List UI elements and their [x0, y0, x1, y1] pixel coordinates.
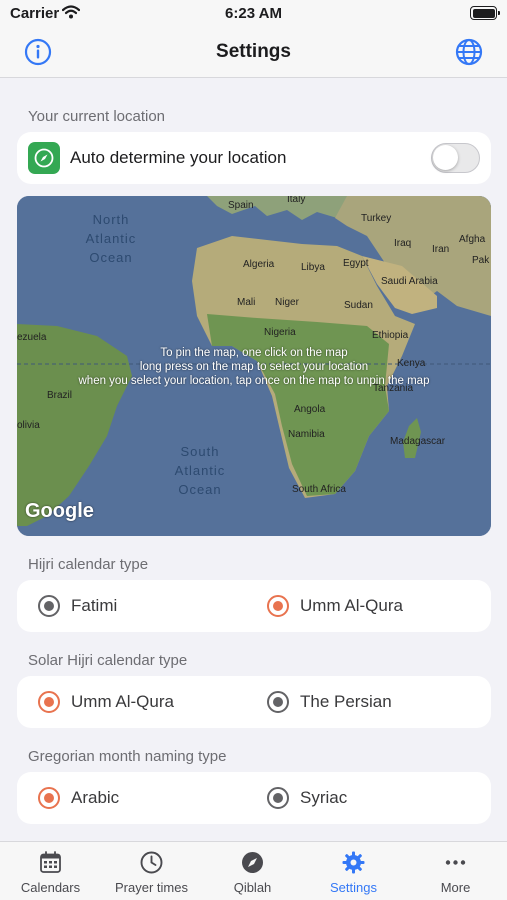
map-label-ethiopia: Ethiopia	[372, 330, 409, 341]
radio-label: Umm Al-Qura	[71, 692, 174, 711]
map-label-tanzania: Tanzania	[373, 383, 414, 394]
toggle-knob	[433, 145, 458, 170]
status-bar: Carrier 6:23 AM	[0, 0, 507, 28]
map-label-south-africa: South Africa	[292, 484, 346, 495]
map-label-iran: Iran	[432, 244, 450, 255]
tab-bar: Calendars Prayer times Qiblah Settings M…	[0, 841, 507, 900]
tab-label: Calendars	[20, 880, 81, 895]
radio-button[interactable]	[267, 787, 289, 809]
auto-location-row: Auto determine your location	[17, 132, 491, 184]
map-label-saudi: Saudi Arabia	[381, 276, 438, 287]
tab-label: Qiblah	[233, 880, 272, 895]
radio-button-selected[interactable]	[38, 691, 60, 713]
map-label-algeria: Algeria	[243, 259, 275, 270]
compass-location-icon	[28, 142, 60, 174]
map-hint-line-3: when you select your location, tap once …	[78, 375, 430, 387]
map-label-pakistan: Pak	[472, 255, 490, 266]
location-section-label: Your current location	[28, 108, 166, 125]
google-logo: Google	[25, 500, 94, 522]
map-label-south-atlantic: South Atlantic Ocean	[174, 444, 226, 497]
hijri-section-label: Hijri calendar type	[28, 556, 149, 573]
clock-icon	[140, 851, 163, 874]
map-label-iraq: Iraq	[394, 238, 412, 249]
location-map[interactable]: To pin the map, one click on the map lon…	[17, 196, 491, 536]
hijri-option-fatimi[interactable]: Fatimi	[38, 580, 117, 632]
globe-icon	[455, 38, 483, 66]
radio-label: Umm Al-Qura	[300, 596, 403, 615]
map-label-nigeria: Nigeria	[264, 327, 296, 338]
solar-hijri-section-label: Solar Hijri calendar type	[28, 652, 188, 669]
map-label-namibia: Namibia	[288, 429, 325, 440]
radio-button[interactable]	[38, 595, 60, 617]
map-label-egypt: Egypt	[343, 258, 369, 269]
tab-prayer-times[interactable]: Prayer times	[101, 842, 202, 900]
gregorian-option-syriac[interactable]: Syriac	[267, 772, 347, 824]
compass-icon	[242, 852, 263, 873]
map-label-niger: Niger	[275, 297, 299, 308]
solar-hijri-option-umm-al-qura[interactable]: Umm Al-Qura	[38, 676, 174, 728]
gregorian-option-arabic[interactable]: Arabic	[38, 772, 119, 824]
radio-button-selected[interactable]	[267, 595, 289, 617]
radio-button-selected[interactable]	[38, 787, 60, 809]
map-label-north-atlantic: North Atlantic Ocean	[85, 212, 137, 265]
map-label-sudan: Sudan	[344, 300, 373, 311]
map-label-libya: Libya	[301, 262, 325, 273]
map-label-turkey: Turkey	[361, 213, 392, 224]
radio-label: Arabic	[71, 788, 120, 807]
language-button[interactable]	[455, 38, 483, 66]
map-label-bolivia: olivia	[17, 420, 40, 431]
tab-label: Prayer times	[115, 880, 188, 895]
radio-label: Syriac	[300, 788, 348, 807]
map-label-madagascar: Madagascar	[390, 436, 446, 447]
tab-label: More	[440, 880, 471, 895]
tab-more[interactable]: More	[405, 842, 506, 900]
map-label-italy: Italy	[287, 196, 306, 205]
map-label-afghanistan: Afgha	[459, 234, 486, 245]
map-label-kenya: Kenya	[397, 358, 426, 369]
map-label-brazil: Brazil	[47, 390, 73, 401]
radio-button[interactable]	[267, 691, 289, 713]
map-label-mali: Mali	[237, 297, 256, 308]
gregorian-options: Arabic Syriac	[17, 772, 491, 824]
auto-location-toggle[interactable]	[431, 143, 480, 173]
hijri-option-umm-al-qura[interactable]: Umm Al-Qura	[267, 580, 403, 632]
gear-icon	[342, 851, 365, 874]
solar-hijri-options: Umm Al-Qura The Persian	[17, 676, 491, 728]
gregorian-section-label: Gregorian month naming type	[28, 748, 227, 765]
tab-qiblah[interactable]: Qiblah	[202, 842, 303, 900]
radio-label: The Persian	[300, 692, 392, 711]
tab-calendars[interactable]: Calendars	[0, 842, 101, 900]
tab-label: Settings	[330, 880, 377, 895]
page-title: Settings	[216, 41, 291, 62]
more-icon	[445, 860, 466, 865]
navigation-bar: Settings	[0, 28, 507, 78]
map-label-venezuela: ezuela	[17, 332, 47, 343]
calendar-icon	[40, 851, 61, 873]
solar-hijri-option-persian[interactable]: The Persian	[267, 676, 392, 728]
map-label-angola: Angola	[294, 404, 326, 415]
radio-label: Fatimi	[71, 596, 118, 615]
auto-location-label: Auto determine your location	[70, 148, 287, 167]
battery-icon	[470, 6, 500, 20]
hijri-options: Fatimi Umm Al-Qura	[17, 580, 491, 632]
tab-settings[interactable]: Settings	[303, 842, 404, 900]
map-label-spain: Spain	[228, 200, 254, 211]
status-time: 6:23 AM	[225, 5, 282, 22]
